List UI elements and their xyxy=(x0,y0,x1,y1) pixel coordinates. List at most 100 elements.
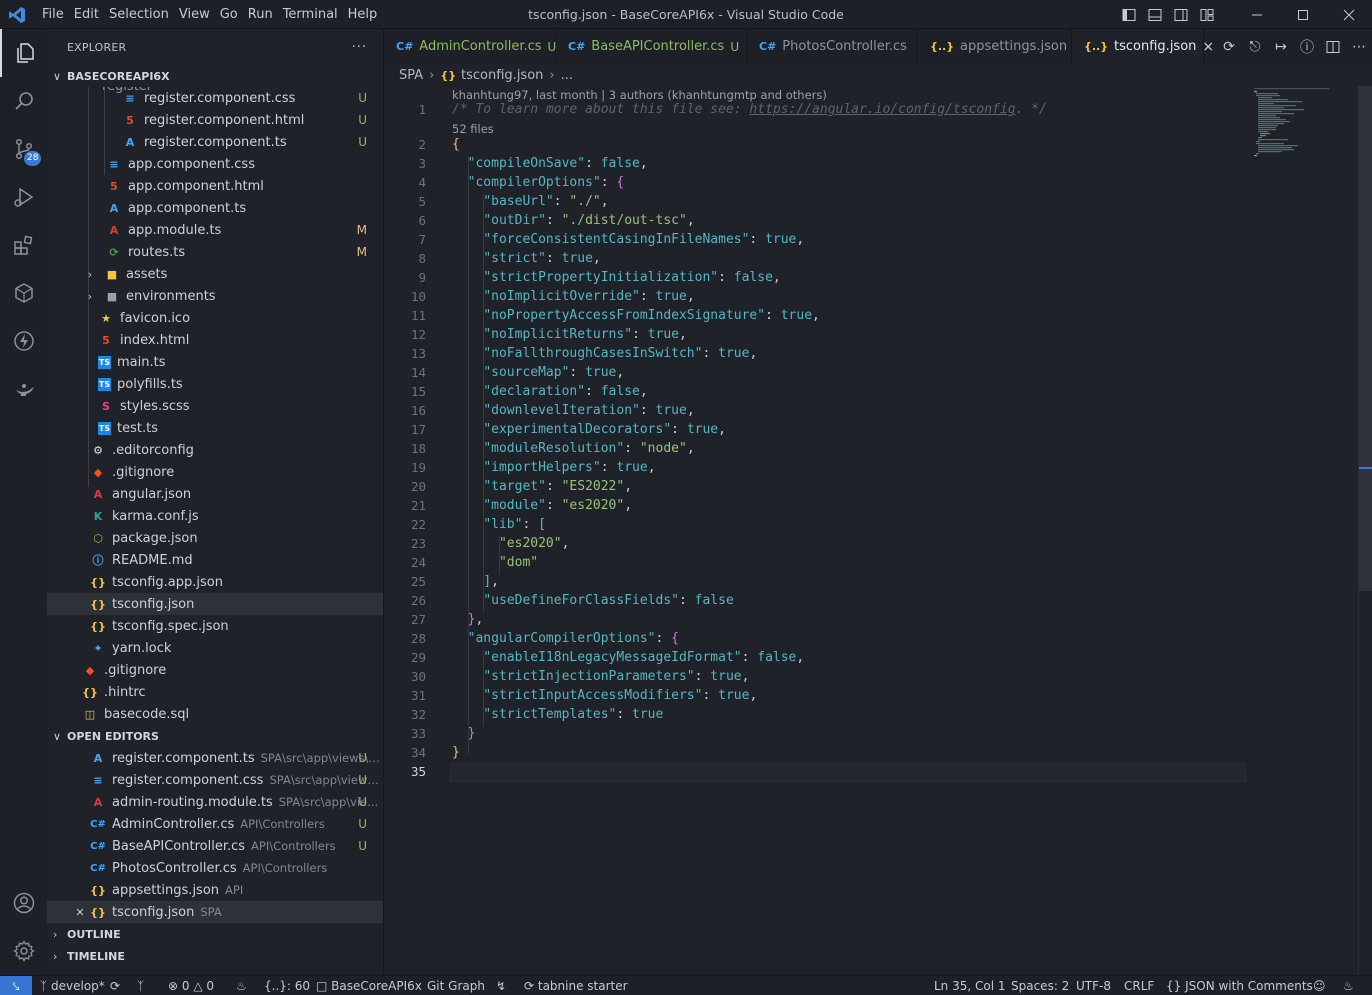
git-compare-icon[interactable]: ⟳ xyxy=(1216,34,1242,60)
tree-file[interactable]: TS polyfills.ts xyxy=(47,373,383,395)
minimap[interactable] xyxy=(1250,86,1356,166)
open-editor-item[interactable]: C# BaseAPIController.cs API\Controllers U xyxy=(47,835,383,857)
tab-appsettings[interactable]: {..} appsettings.json xyxy=(918,29,1072,64)
remote-explorer-icon[interactable] xyxy=(0,269,47,317)
flame-icon[interactable]: ♨ xyxy=(236,976,247,995)
encoding-status[interactable]: UTF-8 xyxy=(1076,976,1111,995)
menu-edit[interactable]: Edit xyxy=(74,0,108,29)
tree-file[interactable]: {} .hintrc xyxy=(47,681,383,703)
tree-file-selected[interactable]: {} tsconfig.json xyxy=(47,593,383,615)
tree-file[interactable]: Aapp.component.ts xyxy=(47,197,383,219)
tree-folder[interactable]: › ■ assets xyxy=(47,263,383,285)
cursor-position[interactable]: Ln 35, Col 1 xyxy=(934,976,1006,995)
branch-status[interactable]: ᛉ develop* xyxy=(40,976,105,995)
open-editor-item[interactable]: Aregister.component.ts SPA\src\app\views\… xyxy=(47,747,383,769)
tree-file[interactable]: {} tsconfig.app.json xyxy=(47,571,383,593)
tree-file[interactable]: ◆ .gitignore xyxy=(47,461,383,483)
more-actions-icon[interactable]: ··· xyxy=(352,40,367,55)
project-status[interactable]: □ BaseCoreAPI6x xyxy=(316,976,422,995)
toggle-panel-icon[interactable] xyxy=(1142,0,1168,29)
tree-file[interactable]: ◆ .gitignore xyxy=(47,659,383,681)
tree-folder[interactable]: › ■ environments xyxy=(47,285,383,307)
tree-file[interactable]: TS test.ts xyxy=(47,417,383,439)
open-editor-item[interactable]: {} appsettings.json API xyxy=(47,879,383,901)
tree-file[interactable]: Kkarma.conf.js xyxy=(47,505,383,527)
tree-file[interactable]: 5 index.html xyxy=(47,329,383,351)
accounts-icon[interactable] xyxy=(0,879,47,927)
tree-file[interactable]: ⓘ README.md xyxy=(47,549,383,571)
section-open-editors[interactable]: ∨ OPEN EDITORS xyxy=(47,725,383,747)
config-link[interactable]: https://angular.io/config/tsconfig xyxy=(749,102,1015,117)
menu-go[interactable]: Go xyxy=(220,0,247,29)
lightning-icon[interactable] xyxy=(0,317,47,365)
breadcrumb-symbols[interactable]: ... xyxy=(561,68,573,83)
settings-gear-icon[interactable] xyxy=(0,927,47,975)
menu-file[interactable]: File xyxy=(42,0,73,29)
scrollbar-thumb[interactable] xyxy=(1359,86,1372,591)
toggle-sidebar-icon[interactable] xyxy=(1116,0,1142,29)
eol-status[interactable]: CRLF xyxy=(1124,976,1154,995)
problems-status[interactable]: ⊗ 0 △ 0 xyxy=(168,976,214,995)
tree-file[interactable]: {} tsconfig.spec.json xyxy=(47,615,383,637)
feedback-icon[interactable]: ☺ xyxy=(1313,976,1326,995)
tree-file[interactable]: 5 app.component.html xyxy=(47,175,383,197)
tree-file[interactable]: ≡ app.component.css xyxy=(47,153,383,175)
sync-icon[interactable]: ⟳ xyxy=(110,976,120,995)
tree-file[interactable]: ⬡ package.json xyxy=(47,527,383,549)
open-editor-item[interactable]: C# PhotosController.cs API\Controllers xyxy=(47,857,383,879)
source-control-icon[interactable]: 28 xyxy=(0,125,47,173)
close-icon[interactable]: ✕ xyxy=(72,904,88,920)
menu-run[interactable]: Run xyxy=(248,0,282,29)
json-count-status[interactable]: {..}: 60 xyxy=(264,976,310,995)
tree-file[interactable]: ⚙ .editorconfig xyxy=(47,439,383,461)
tabnine-status[interactable]: ⟳ tabnine starter xyxy=(524,976,628,995)
open-changes-icon[interactable]: ⓘ xyxy=(1294,34,1320,60)
tab-photos-controller[interactable]: C# PhotosController.cs xyxy=(747,29,918,64)
tree-file[interactable]: Aapp.module.ts M xyxy=(47,219,383,241)
close-window-button[interactable] xyxy=(1326,0,1372,29)
tree-file[interactable]: Aregister.component.ts U xyxy=(47,131,383,153)
git-graph-button[interactable]: Git Graph xyxy=(427,976,485,995)
tree-file[interactable]: TS main.ts xyxy=(47,351,383,373)
open-editor-item[interactable]: Aadmin-routing.module.ts SPA\src\app\vie.… xyxy=(47,791,383,813)
notifications-bell-icon[interactable]: ♨ xyxy=(1343,976,1354,995)
language-mode-status[interactable]: {} JSON with Comments xyxy=(1166,976,1313,995)
tree-file[interactable]: ◫ basecode.sql xyxy=(47,703,383,725)
tab-admin-controller[interactable]: C# AdminController.cs U xyxy=(384,29,556,64)
previous-change-icon[interactable]: ⎋ xyxy=(1242,34,1268,60)
menu-terminal[interactable]: Terminal xyxy=(283,0,347,29)
explorer-icon[interactable] xyxy=(0,29,47,77)
genie-lamp-icon[interactable] xyxy=(0,365,47,413)
tree-file[interactable]: Aangular.json xyxy=(47,483,383,505)
open-editor-item[interactable]: ≡ register.component.css SPA\src\app\views… xyxy=(47,769,383,791)
tree-file[interactable]: ✦ yarn.lock xyxy=(47,637,383,659)
vertical-scrollbar[interactable] xyxy=(1358,86,1372,975)
code-editor[interactable]: khanhtung97, last month | 3 authors (kha… xyxy=(384,86,1372,975)
extensions-icon[interactable] xyxy=(0,221,47,269)
next-change-icon[interactable]: ↦ xyxy=(1268,34,1294,60)
tree-file[interactable]: 5 register.component.html U xyxy=(47,109,383,131)
tab-tsconfig-active[interactable]: {..} tsconfig.json × xyxy=(1072,29,1214,64)
menu-help[interactable]: Help xyxy=(348,0,387,29)
menu-view[interactable]: View xyxy=(179,0,219,29)
codelens-blame[interactable]: khanhtung97, last month | 3 authors (kha… xyxy=(452,88,827,102)
search-icon[interactable] xyxy=(0,77,47,125)
git-compare-icon[interactable]: ᛉ xyxy=(137,976,144,995)
toggle-secondary-sidebar-icon[interactable] xyxy=(1168,0,1194,29)
breadcrumb-file[interactable]: tsconfig.json xyxy=(461,68,543,83)
tree-file[interactable]: ≡ register.component.css U xyxy=(47,87,383,109)
codelens-files[interactable]: 52 files xyxy=(452,122,494,136)
tab-base-api-controller[interactable]: C# BaseAPIController.cs U xyxy=(556,29,747,64)
split-editor-icon[interactable] xyxy=(1320,34,1346,60)
run-debug-icon[interactable] xyxy=(0,173,47,221)
lightning-icon[interactable]: ↯ xyxy=(496,976,506,995)
section-root-folder[interactable]: ∨ BASECOREAPI6X xyxy=(47,65,383,87)
tree-file[interactable]: ★ favicon.ico xyxy=(47,307,383,329)
breadcrumb-folder[interactable]: SPA xyxy=(399,68,423,83)
remote-indicator-icon[interactable]: ⤥ xyxy=(0,976,32,995)
section-outline[interactable]: › OUTLINE xyxy=(47,923,383,945)
section-timeline[interactable]: › TIMELINE xyxy=(47,945,383,967)
indentation-status[interactable]: Spaces: 2 xyxy=(1011,976,1069,995)
more-actions-icon[interactable]: ⋯ xyxy=(1346,34,1372,60)
open-editor-item-active[interactable]: ✕{} tsconfig.json SPA xyxy=(47,901,383,923)
